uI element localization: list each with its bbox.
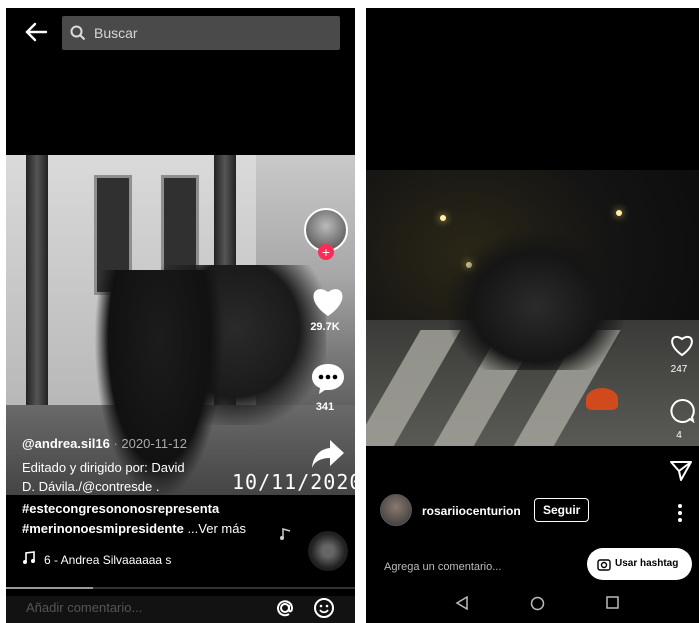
heart-icon[interactable] [669,333,695,357]
comment-input[interactable]: Añadir comentario... [26,600,142,615]
search-icon [70,25,86,41]
sound-disc[interactable] [308,531,348,571]
use-hashtag-label: Usar hashtag [615,558,679,569]
comment-input[interactable]: Agrega un comentario... [384,561,501,573]
caption-line: D. Dávila./@contresde . [22,479,160,494]
at-icon[interactable] [274,597,296,619]
search-placeholder: Buscar [94,25,138,41]
video-frame [616,210,622,216]
like-count: 247 [670,364,688,375]
follow-button[interactable]: Seguir [534,498,590,522]
like-count: 29.7K [310,321,340,333]
music-note-icon [23,551,35,564]
back-arrow-icon[interactable] [24,22,48,42]
comment-bar: Añadir comentario... [6,596,355,623]
sound-name[interactable]: 6 - Andrea Silvaaaaaa s [44,553,171,567]
video-frame [26,155,48,415]
video-progress-bar[interactable] [6,587,355,589]
share-icon[interactable] [310,438,346,470]
tiktok-screen: Buscar + 29.7K 341 @andrea.sil16 · 2020-… [6,8,355,623]
nav-home-icon[interactable] [530,596,545,611]
music-note-icon [280,528,291,540]
see-more-link[interactable]: ...Ver más [184,521,246,536]
caption-line: Editado y dirigido por: David [22,460,185,475]
username-text[interactable]: @andrea.sil16 [22,436,110,451]
more-icon[interactable] [678,504,682,522]
nav-recent-icon[interactable] [606,596,619,609]
emoji-icon[interactable] [313,597,335,619]
video-player[interactable] [366,170,699,446]
comment-icon[interactable] [669,398,695,424]
nav-back-icon[interactable] [455,596,469,610]
send-icon[interactable] [669,460,693,482]
use-hashtag-button[interactable]: Usar hashtag [587,548,692,580]
video-frame [440,215,446,221]
video-frame [586,388,618,410]
comment-count: 341 [315,401,335,413]
instagram-screen: 247 4 rosariiocenturion Seguir Agrega un… [366,8,699,623]
follow-plus-button[interactable]: + [318,244,334,260]
post-username[interactable]: @andrea.sil16 · 2020-11-12 [22,436,187,451]
video-frame [446,230,626,370]
comment-icon[interactable] [310,361,346,397]
comment-count: 4 [676,430,682,441]
camera-icon [597,559,611,571]
hashtag-link[interactable]: #estecongresononosrepresenta [22,501,219,516]
post-date: · 2020-11-12 [109,436,187,451]
search-input[interactable]: Buscar [62,16,340,50]
video-overlay-date: 10/11/2020 [232,470,355,494]
heart-icon[interactable] [310,284,346,318]
video-progress-fill [6,587,94,589]
creator-avatar[interactable] [380,494,412,526]
post-username[interactable]: rosariiocenturion [422,504,521,518]
hashtag-link[interactable]: #merinonoesmipresidente [22,521,184,536]
